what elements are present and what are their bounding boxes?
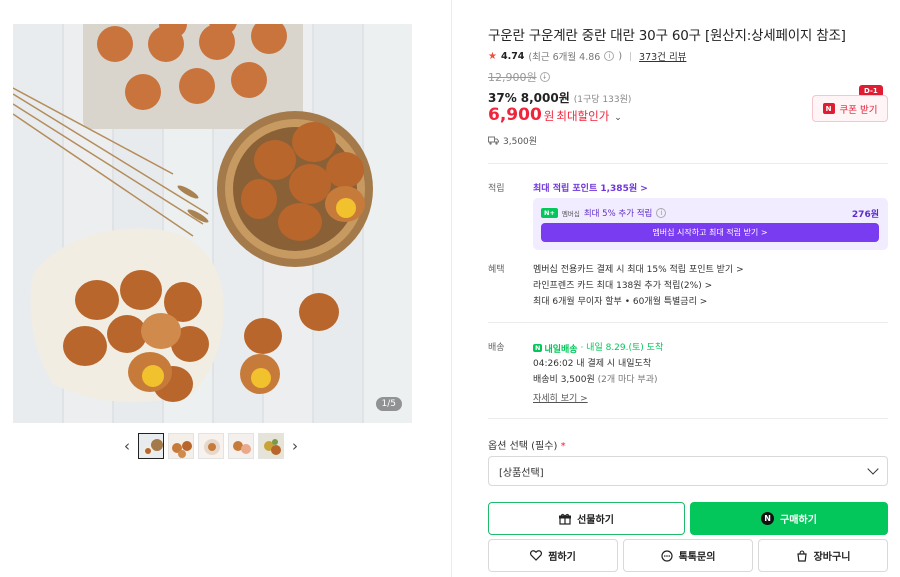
thumbnail-strip: ‹ › [120,433,302,459]
gift-button[interactable]: 선물하기 [488,502,685,535]
benefit-item[interactable]: 라인프렌즈 카드 최대 138원 추가 적립(2%) > [533,278,712,291]
wish-button[interactable]: 찜하기 [488,539,618,572]
best-price-row[interactable]: 6,900 원 최대할인가 ⌄ [488,105,622,125]
cart-button[interactable]: 장바구니 [758,539,888,572]
tomorrow-delivery-tag: N 내일배송 [533,342,578,355]
original-price-row: 12,900원 i [488,69,550,85]
membership-extra-row: N+ 멤버십 최대 5% 추가 적립 i [541,207,667,219]
membership-extra: 최대 5% 추가 적립 [583,209,653,219]
countdown-timer: 04:26:02 [533,359,574,369]
wish-button-label: 찜하기 [548,552,576,563]
product-info-panel: 구운란 구운계란 중란 대란 30구 60구 [원산지:상세페이지 참조] ★ … [488,0,888,577]
shipping-fee-note: (2개 마다 부과) [597,375,658,385]
sale-price: 8,000원 [520,91,570,105]
delivery-section-label: 배송 [488,343,505,353]
discount-rate: 37% [488,91,517,105]
delivery-eta-row: N 내일배송 · 내일 8.29.(토) 도착 [533,340,663,355]
buy-button[interactable]: N 구매하기 [690,502,888,535]
countdown-row: 04:26:02 내 결제 시 내일도착 [533,356,651,369]
chevron-left-icon[interactable]: ‹ [120,433,134,459]
membership-box: N+ 멤버십 최대 5% 추가 적립 i 276원 멤버십 시작하고 최대 적립… [533,198,888,250]
option-label: 옵션 선택 (필수) * [488,437,566,452]
best-price-label: 최대할인가 [556,109,610,123]
benefit-item[interactable]: 최대 6개월 무이자 할부 • 60개월 특별금리 > [533,294,707,307]
benefit-item[interactable]: 멤버십 전용카드 결제 시 최대 15% 적립 포인트 받기 > [533,262,744,275]
naver-plus-icon: N+ [541,208,558,218]
sale-price-row: 37% 8,000원 (1구당 133원) [488,89,631,106]
review-count-link[interactable]: 373건 리뷰 [639,49,686,63]
cart-button-label: 장바구니 [813,552,851,563]
shopping-bag-icon [796,549,807,562]
thumbnail-2[interactable] [168,433,194,459]
boiled-eggs-photo [13,24,373,402]
shipping-fee: 배송비 3,500원 [533,375,595,385]
main-product-image[interactable]: 1/5 [13,24,412,423]
membership-start-button[interactable]: 멤버십 시작하고 최대 적립 받기 > [541,223,879,242]
rating-detail-close: ) [618,50,623,62]
rating-row: ★ 4.74 (최근 6개월 4.86 i) 373건 리뷰 [488,49,686,64]
chevron-right-icon[interactable]: › [288,433,302,459]
points-section-label: 적립 [488,184,505,194]
chat-icon [660,549,673,562]
gift-button-label: 선물하기 [577,515,614,526]
info-icon[interactable]: i [656,208,667,218]
shipping-fee-row: 배송비 3,500원 (2개 마다 부과) [533,372,658,385]
coupon-button[interactable]: N 쿠폰 받기 [812,95,888,122]
delivery-fee-row: 3,500원 [488,134,537,147]
max-points-link[interactable]: 최대 적립 포인트 1,385원 > [533,181,648,194]
required-mark: * [560,441,566,452]
best-price-unit: 원 [543,109,555,123]
divider [488,163,888,164]
chevron-down-icon [867,463,879,475]
thumbnail-1[interactable] [138,433,164,459]
chevron-down-icon: ⌄ [614,113,622,123]
rating-detail: (최근 6개월 4.86 [528,52,601,63]
option-select-value: [상품선택] [499,467,544,479]
thumbnail-5[interactable] [258,433,284,459]
option-select[interactable]: [상품선택] [488,456,888,486]
divider [488,418,888,419]
talk-inquiry-label: 톡톡문의 [678,552,716,563]
gift-icon [559,513,572,525]
naver-n-icon: N [822,103,835,114]
star-icon: ★ [488,50,497,62]
truck-icon [488,136,499,145]
delivery-fee: 3,500원 [503,137,538,147]
option-label-text: 옵션 선택 (필수) [488,441,558,452]
membership-tag: 멤버십 [561,210,580,218]
product-gallery: 1/5 ‹ › [0,0,452,577]
divider [630,51,632,61]
info-icon[interactable]: i [604,51,615,61]
tomorrow-delivery-label: 내일배송 [544,344,578,355]
buy-button-label: 구매하기 [780,515,817,526]
membership-amount: 276원 [851,210,879,220]
heart-icon [530,550,543,561]
naver-pay-icon: N [761,512,775,525]
countdown-text: 내 결제 시 내일도착 [576,359,652,369]
naver-n-icon: N [533,344,543,352]
rating-value: 4.74 [500,50,525,62]
unit-price: (1구당 133원) [573,95,632,105]
image-page-counter: 1/5 [375,397,402,411]
info-icon[interactable]: i [539,72,550,82]
delivery-arrival: · 내일 8.29.(토) 도착 [580,343,664,353]
thumbnail-4[interactable] [228,433,254,459]
best-price: 6,900 [488,105,542,125]
benefits-section-label: 혜택 [488,265,505,275]
product-title: 구운란 구운계란 중란 대란 30구 60구 [원산지:상세페이지 참조] [488,28,846,44]
divider [488,322,888,323]
coupon-label: 쿠폰 받기 [839,104,878,116]
thumbnail-3[interactable] [198,433,224,459]
original-price: 12,900원 [488,71,537,84]
delivery-detail-link[interactable]: 자세히 보기 > [533,391,588,404]
talk-inquiry-button[interactable]: 톡톡문의 [623,539,753,572]
